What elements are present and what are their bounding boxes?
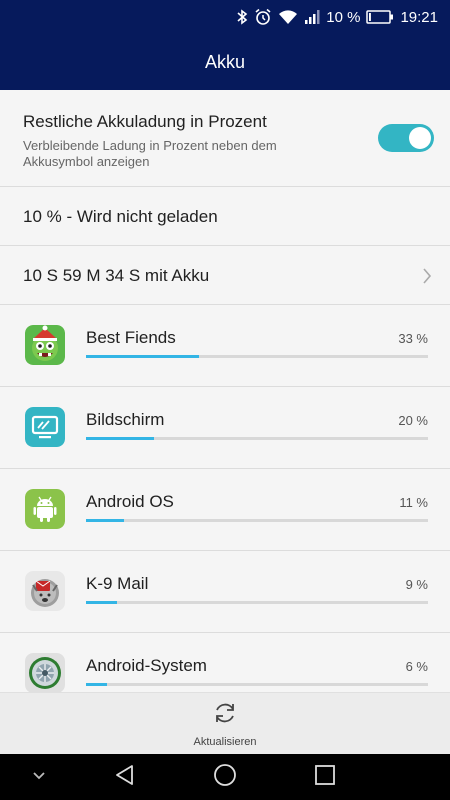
usage-bar-track [86,519,428,522]
usage-bar-track [86,601,428,604]
app-row-android-system[interactable]: Android-System 6 % [0,633,450,692]
recents-square-icon [314,764,336,791]
app-name: Android-System [86,656,207,675]
nav-collapse-button[interactable] [24,754,54,800]
best-fiends-icon [25,325,65,365]
percent-setting-title: Restliche Akkuladung in Prozent [23,112,267,131]
k9-mail-icon [25,571,65,611]
app-name: Bildschirm [86,410,165,429]
page-title: Akku [204,51,246,72]
navigation-bar [0,754,450,800]
toggle-knob [409,127,431,149]
app-name: K-9 Mail [86,574,149,593]
app-bar: Akku [0,34,450,90]
percent-setting-description: Verbleibende Ladung in Prozent neben dem… [23,138,277,169]
clock: 19:21 [400,8,438,26]
app-percent: 11 % [399,495,428,510]
home-circle-icon [213,763,237,792]
nav-home-button[interactable] [208,754,242,800]
charge-status-row: 10 % - Wird nicht geladen [0,187,450,246]
app-row-bildschirm[interactable]: Bildschirm 20 % [0,387,450,469]
app-row-k9-mail[interactable]: K-9 Mail 9 % [0,551,450,633]
app-row-android-os[interactable]: Android OS 11 % [0,469,450,551]
usage-bar-fill [86,683,107,686]
battery-text: 10 % [326,8,361,26]
bottom-action-bar: Aktualisieren [0,692,450,754]
chevron-right-icon [422,267,432,290]
bluetooth-icon [236,9,248,25]
refresh-icon [211,699,239,732]
app-percent: 6 % [405,659,428,674]
refresh-button[interactable]: Aktualisieren [0,699,450,748]
usage-bar-track [86,355,428,358]
app-percent: 33 % [398,331,428,346]
app-name: Best Fiends [86,328,176,347]
signal-icon [304,9,320,25]
percent-toggle-switch[interactable] [378,124,434,152]
percent-setting-row[interactable]: Restliche Akkuladung in Prozent Verbleib… [0,90,450,187]
charge-status-text: 10 % - Wird nicht geladen [23,207,218,226]
nav-back-button[interactable] [108,754,142,800]
usage-bar-fill [86,437,155,440]
runtime-text: 10 S 59 M 34 S mit Akku [23,266,210,285]
usage-bar-fill [86,355,199,358]
app-percent: 9 % [405,577,428,592]
screen-icon [25,407,65,447]
status-bar: 10 % 19:21 [0,0,450,34]
runtime-row[interactable]: 10 S 59 M 34 S mit Akku [0,246,450,305]
back-triangle-icon [114,764,136,791]
chevron-down-icon [32,768,46,786]
battery-icon [366,10,394,24]
usage-bar-track [86,437,428,440]
usage-bar-fill [86,519,124,522]
alarm-icon [254,8,272,26]
usage-bar-fill [86,601,117,604]
android-icon [25,489,65,529]
app-percent: 20 % [398,413,428,428]
app-row-best-fiends[interactable]: Best Fiends 33 % [0,305,450,387]
usage-bar-track [86,683,428,686]
wifi-icon [278,9,298,25]
app-name: Android OS [86,492,174,511]
battery-settings-list[interactable]: Restliche Akkuladung in Prozent Verbleib… [0,90,450,692]
refresh-label: Aktualisieren [193,736,257,748]
nav-recents-button[interactable] [308,754,342,800]
android-system-icon [25,653,65,692]
